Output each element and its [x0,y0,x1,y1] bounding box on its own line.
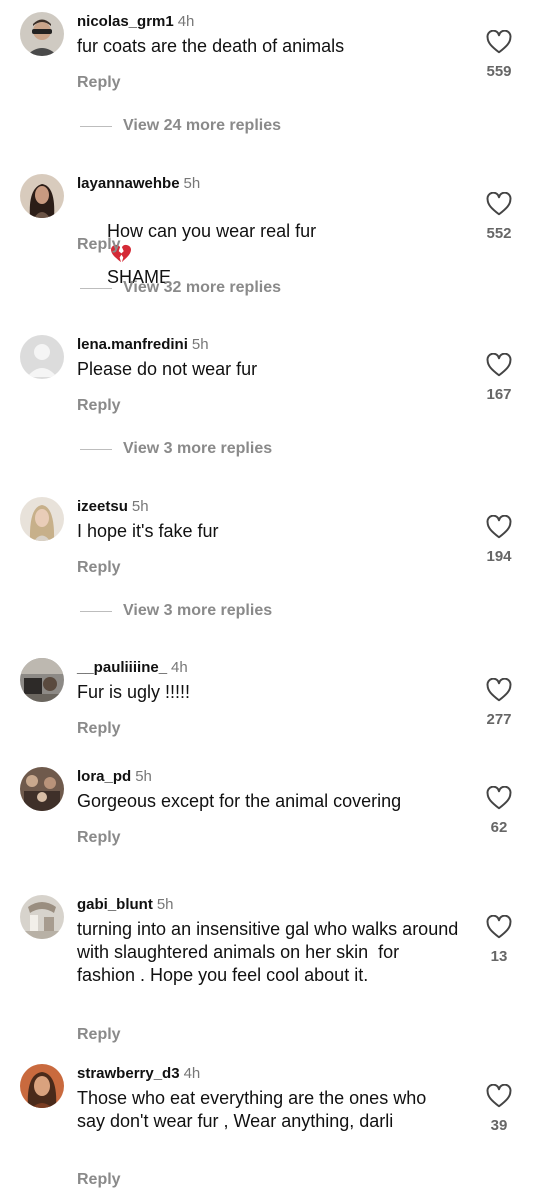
view-replies-button[interactable]: View 3 more replies [80,601,272,621]
comment-text: turning into an insensitive gal who walk… [77,919,464,985]
like-control: 13 [478,915,520,966]
reply-button[interactable]: Reply [77,235,121,255]
view-replies-button[interactable]: View 3 more replies [80,439,272,459]
avatar[interactable] [20,174,64,218]
avatar[interactable] [20,895,64,939]
reply-button[interactable]: Reply [77,396,121,416]
heart-icon[interactable] [486,678,512,702]
heart-icon[interactable] [486,915,512,939]
timestamp: 4h [177,13,195,30]
view-replies-label: View 32 more replies [123,279,282,296]
comment-text: Gorgeous except for the animal covering [77,791,402,811]
comment-text: Fur is ugly !!!!! [77,682,191,702]
reply-button[interactable]: Reply [77,719,121,739]
like-control: 552 [478,192,520,243]
avatar[interactable] [20,767,64,811]
like-count: 194 [486,548,512,565]
username[interactable]: nicolas_grm1 [77,13,174,30]
like-control: 277 [478,678,520,729]
default-avatar-icon[interactable] [20,335,64,379]
comment-text-start: How can you wear real fur [107,221,317,241]
comment-header: izeetsu 5h [77,497,149,517]
comment-header: lena.manfredini 5h [77,335,209,355]
username[interactable]: layannawehbe [77,175,180,192]
reply-button[interactable]: Reply [77,828,121,848]
view-replies-label: View 24 more replies [123,117,282,134]
avatar[interactable] [20,12,64,56]
heart-icon[interactable] [486,1084,512,1108]
comment-header: layannawehbe 5h [77,174,200,194]
like-count: 552 [486,225,512,242]
like-control: 39 [478,1084,520,1135]
like-count: 167 [486,386,512,403]
reply-button[interactable]: Reply [77,73,121,93]
view-replies-button[interactable]: View 24 more replies [80,116,281,136]
comment-header: __pauliiiine_ 4h [77,658,188,678]
reply-button[interactable]: Reply [77,1170,121,1190]
avatar[interactable] [20,1064,64,1108]
comment-text: Please do not wear fur [77,359,258,379]
comment-header: lora_pd 5h [77,767,152,787]
comment-header: nicolas_grm1 4h [77,12,194,32]
timestamp: 5h [156,896,174,913]
avatar[interactable] [20,658,64,702]
view-replies-button[interactable]: View 32 more replies [80,278,281,298]
like-control: 559 [478,30,520,81]
heart-icon[interactable] [486,786,512,810]
username[interactable]: lora_pd [77,768,131,785]
comment-text: I hope it's fake fur [77,521,219,541]
username[interactable]: gabi_blunt [77,896,153,913]
avatar[interactable] [20,497,64,541]
reply-button[interactable]: Reply [77,558,121,578]
like-control: 194 [478,515,520,566]
divider-line [80,125,112,127]
view-replies-label: View 3 more replies [123,602,273,619]
like-count: 39 [490,1117,508,1134]
like-count: 559 [486,63,512,80]
username[interactable]: __pauliiiine_ [77,659,167,676]
username[interactable]: izeetsu [77,498,128,515]
like-count: 277 [486,711,512,728]
comment-header: strawberry_d3 4h [77,1064,200,1084]
comment-text: Those who eat everything are the ones wh… [77,1088,432,1131]
like-count: 62 [490,819,508,836]
heart-icon[interactable] [486,192,512,216]
divider-line [80,287,112,289]
divider-line [80,610,112,612]
timestamp: 5h [131,498,149,515]
username[interactable]: strawberry_d3 [77,1065,180,1082]
timestamp: 4h [183,1065,201,1082]
timestamp: 5h [135,768,152,785]
heart-icon[interactable] [486,515,512,539]
comment-header: gabi_blunt 5h [77,895,174,915]
timestamp: 4h [171,659,188,676]
like-control: 62 [478,786,520,837]
heart-icon[interactable] [486,30,512,54]
like-control: 167 [478,353,520,404]
view-replies-label: View 3 more replies [123,440,273,457]
like-count: 13 [490,948,508,965]
comment-list: nicolas_grm1 4h fur coats are the death o… [0,0,537,1200]
reply-button[interactable]: Reply [77,1025,121,1045]
timestamp: 5h [183,175,201,192]
timestamp: 5h [191,336,209,353]
divider-line [80,448,112,450]
comment-text: fur coats are the death of animals [77,36,345,56]
heart-icon[interactable] [486,353,512,377]
username[interactable]: lena.manfredini [77,336,188,353]
